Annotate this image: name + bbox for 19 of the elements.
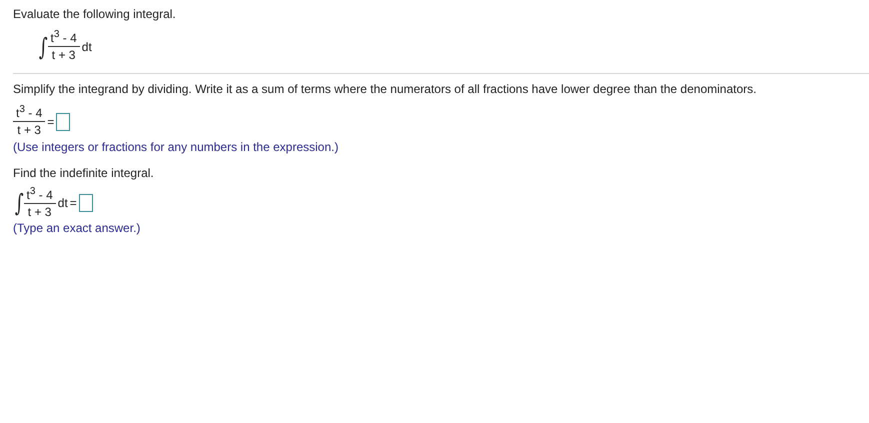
- numerator: t$^{3}$ - 4: [13, 106, 46, 122]
- denominator: t + 3: [17, 122, 41, 138]
- differential: dt: [58, 196, 68, 210]
- answer-box[interactable]: [78, 194, 93, 212]
- instruction-text: Simplify the integrand by dividing. Write it as a sum of terms where the numerators of all fractions have lower degree than the denominators.: [13, 82, 758, 96]
- hint-text: (Use integers or fractions for any numbers in the expression.): [13, 140, 340, 154]
- differential: dt: [82, 40, 92, 54]
- hint-text: (Type an exact answer.): [13, 221, 142, 236]
- answer-box[interactable]: [56, 112, 70, 131]
- numerator: t$^{3}$ - 4: [24, 188, 56, 204]
- instruction-text: Find the indefinite integral.: [13, 166, 155, 180]
- integral-sign: ∫: [14, 191, 24, 216]
- denominator: t + 3: [52, 47, 76, 63]
- equals-sign: =: [70, 196, 77, 210]
- question-prompt: Evaluate the following integral.: [13, 7, 177, 21]
- equals-sign: =: [47, 114, 54, 129]
- denominator: t + 3: [28, 204, 52, 220]
- integral-sign: ∫: [38, 34, 48, 59]
- numerator: t$^{3}$ - 4: [48, 31, 80, 48]
